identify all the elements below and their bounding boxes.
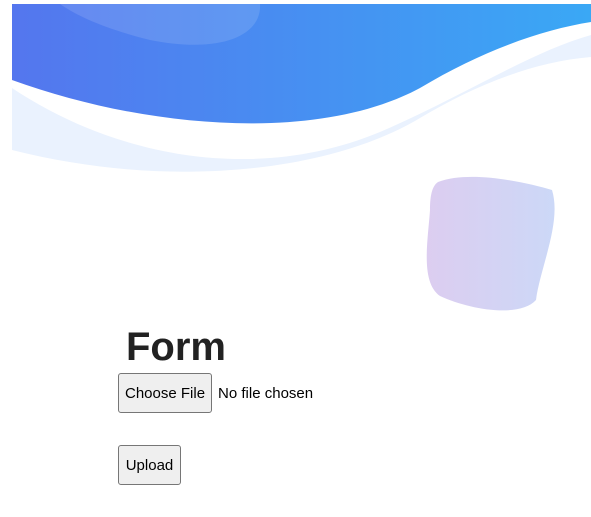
upload-button[interactable]: Upload [118,445,181,485]
form-title: Form [126,325,226,369]
background-decoration [12,4,591,311]
blob-decoration [426,176,555,311]
file-status-text: No file chosen [218,384,314,402]
choose-file-button[interactable]: Choose File [118,373,213,413]
page: Form Choose File No file chosen Upload [0,0,591,517]
file-input[interactable]: Choose File No file chosen [118,373,313,413]
